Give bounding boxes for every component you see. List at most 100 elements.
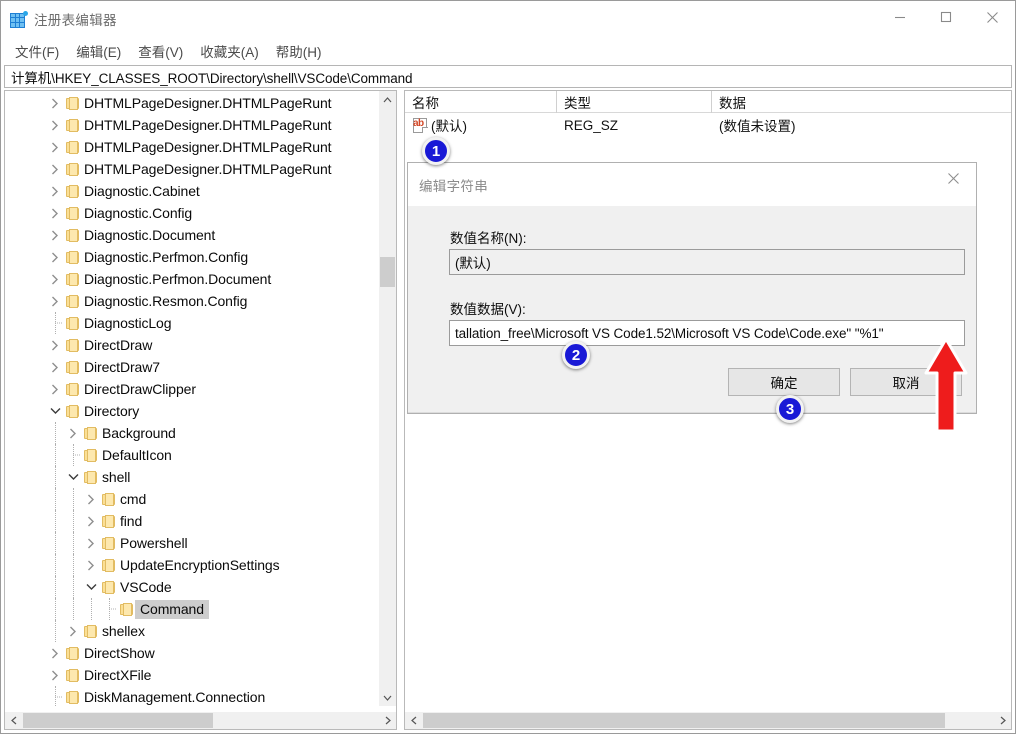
scroll-left-icon[interactable]: [405, 712, 422, 729]
tree-item[interactable]: DHTMLPageDesigner.DHTMLPageRunt: [5, 136, 378, 158]
chevron-right-icon[interactable]: [65, 422, 81, 444]
tree-item[interactable]: shell: [5, 466, 378, 488]
tree-item-label: DirectDraw7: [84, 359, 160, 375]
chevron-right-icon[interactable]: [47, 92, 63, 114]
tree-item[interactable]: DHTMLPageDesigner.DHTMLPageRunt: [5, 92, 378, 114]
column-header-name[interactable]: 名称: [405, 91, 557, 113]
chevron-right-icon[interactable]: [47, 158, 63, 180]
tree-item[interactable]: DirectDrawClipper: [5, 378, 378, 400]
menu-file[interactable]: 文件(F): [7, 39, 68, 63]
tree-horizontal-scrollbar[interactable]: [5, 712, 396, 729]
chevron-right-icon[interactable]: [65, 620, 81, 642]
scroll-right-icon[interactable]: [379, 712, 396, 729]
chevron-right-icon[interactable]: [83, 488, 99, 510]
ok-button[interactable]: 确定: [728, 368, 840, 396]
tree-item[interactable]: DiskManagement.Connection: [5, 686, 378, 706]
chevron-down-icon[interactable]: [47, 400, 63, 422]
tree-item[interactable]: DiagnosticLog: [5, 312, 378, 334]
value-name-input[interactable]: (默认): [449, 249, 965, 275]
menu-favorites[interactable]: 收藏夹(A): [192, 39, 268, 63]
tree-item[interactable]: DirectXFile: [5, 664, 378, 686]
tree-item-label: Powershell: [120, 535, 188, 551]
table-row[interactable]: ab (默认) REG_SZ (数值未设置): [405, 113, 1011, 137]
tree-item-label: Diagnostic.Perfmon.Config: [84, 249, 249, 265]
values-horizontal-scrollbar[interactable]: [405, 712, 1011, 729]
callout-marker-3: 3: [776, 395, 804, 423]
scroll-left-icon[interactable]: [5, 712, 22, 729]
tree-scroll-thumb[interactable]: [380, 257, 395, 287]
tree-item[interactable]: Diagnostic.Config: [5, 202, 378, 224]
tree-item[interactable]: Diagnostic.Resmon.Config: [5, 290, 378, 312]
close-icon[interactable]: [931, 163, 976, 194]
tree-item[interactable]: DirectDraw: [5, 334, 378, 356]
address-bar[interactable]: 计算机\HKEY_CLASSES_ROOT\Directory\shell\VS…: [4, 65, 1012, 88]
tree-item[interactable]: Diagnostic.Document: [5, 224, 378, 246]
tree-item[interactable]: DefaultIcon: [5, 444, 378, 466]
chevron-right-icon[interactable]: [47, 224, 63, 246]
tree-item[interactable]: cmd: [5, 488, 378, 510]
tree-item[interactable]: Powershell: [5, 532, 378, 554]
chevron-down-icon[interactable]: [65, 466, 81, 488]
scroll-right-icon[interactable]: [994, 712, 1011, 729]
menu-help[interactable]: 帮助(H): [268, 39, 331, 63]
tree-item-label: DirectDrawClipper: [84, 381, 196, 397]
menu-edit[interactable]: 编辑(E): [68, 39, 130, 63]
values-hscroll-thumb[interactable]: [423, 713, 945, 728]
tree-item[interactable]: UpdateEncryptionSettings: [5, 554, 378, 576]
chevron-right-icon[interactable]: [47, 290, 63, 312]
folder-icon: [63, 664, 81, 686]
tree-leaf-connector: [101, 598, 117, 620]
tree-item[interactable]: find: [5, 510, 378, 532]
value-data-input[interactable]: tallation_free\Microsoft VS Code1.52\Mic…: [449, 320, 965, 346]
tree-item[interactable]: shellex: [5, 620, 378, 642]
chevron-right-icon[interactable]: [47, 356, 63, 378]
minimize-icon[interactable]: [877, 1, 923, 33]
chevron-right-icon[interactable]: [47, 136, 63, 158]
chevron-right-icon[interactable]: [47, 202, 63, 224]
tree-vertical-scrollbar[interactable]: [379, 91, 396, 706]
registry-tree[interactable]: DHTMLPageDesigner.DHTMLPageRunt DHTMLPage…: [5, 91, 378, 706]
column-header-data[interactable]: 数据: [712, 91, 1011, 113]
tree-item-label: Diagnostic.Config: [84, 205, 193, 221]
close-icon[interactable]: [969, 1, 1015, 33]
callout-marker-2: 2: [562, 341, 590, 369]
tree-hscroll-thumb[interactable]: [23, 713, 213, 728]
chevron-down-icon[interactable]: [83, 576, 99, 598]
tree-item-selected[interactable]: Command: [5, 598, 378, 620]
tree-item[interactable]: Directory: [5, 400, 378, 422]
chevron-right-icon[interactable]: [47, 114, 63, 136]
folder-icon: [81, 466, 99, 488]
tree-item[interactable]: Diagnostic.Perfmon.Document: [5, 268, 378, 290]
chevron-right-icon[interactable]: [47, 246, 63, 268]
folder-icon: [63, 378, 81, 400]
menu-view[interactable]: 查看(V): [130, 39, 192, 63]
chevron-right-icon[interactable]: [83, 532, 99, 554]
dialog-title: 编辑字符串: [419, 178, 488, 194]
chevron-right-icon[interactable]: [83, 510, 99, 532]
tree-item[interactable]: DHTMLPageDesigner.DHTMLPageRunt: [5, 158, 378, 180]
chevron-right-icon[interactable]: [47, 334, 63, 356]
chevron-right-icon[interactable]: [47, 664, 63, 686]
registry-editor-window: 注册表编辑器 文件(F) 编辑(E) 查看(V) 收藏夹(A) 帮助(H) 计算…: [0, 0, 1016, 734]
tree-item[interactable]: DirectShow: [5, 642, 378, 664]
scroll-up-icon[interactable]: [379, 91, 396, 108]
tree-item[interactable]: Background: [5, 422, 378, 444]
tree-item[interactable]: Diagnostic.Perfmon.Config: [5, 246, 378, 268]
tree-item[interactable]: VSCode: [5, 576, 378, 598]
tree-item[interactable]: DirectDraw7: [5, 356, 378, 378]
chevron-right-icon[interactable]: [47, 180, 63, 202]
chevron-right-icon[interactable]: [47, 378, 63, 400]
maximize-icon[interactable]: [923, 1, 969, 33]
tree-item[interactable]: DHTMLPageDesigner.DHTMLPageRunt: [5, 114, 378, 136]
column-header-type[interactable]: 类型: [557, 91, 712, 113]
chevron-right-icon[interactable]: [83, 554, 99, 576]
chevron-right-icon[interactable]: [47, 642, 63, 664]
tree-item[interactable]: Diagnostic.Cabinet: [5, 180, 378, 202]
chevron-right-icon[interactable]: [47, 268, 63, 290]
scroll-down-icon[interactable]: [379, 689, 396, 706]
